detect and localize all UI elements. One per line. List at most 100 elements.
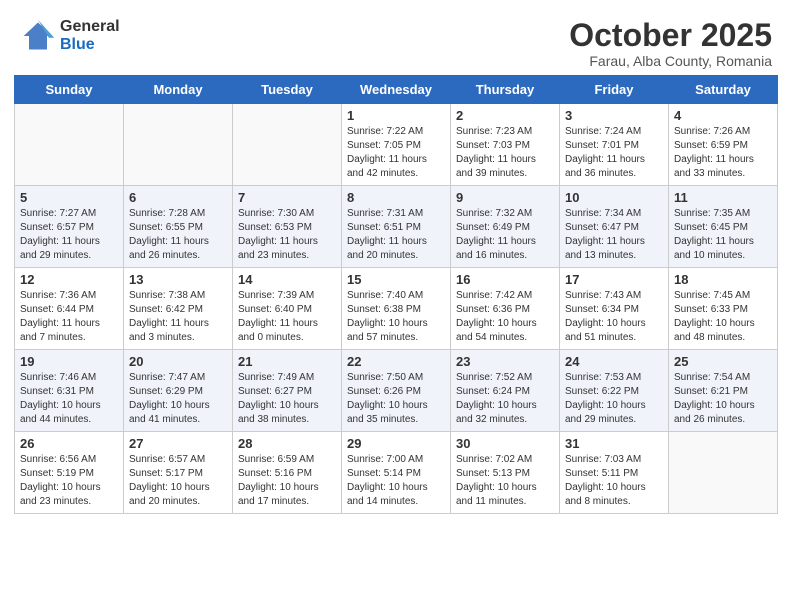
calendar-cell: 2 Sunrise: 7:23 AM Sunset: 7:03 PM Daylig… bbox=[451, 104, 560, 186]
day-number: 24 bbox=[565, 354, 663, 369]
day-number: 7 bbox=[238, 190, 336, 205]
calendar-cell: 26 Sunrise: 6:56 AM Sunset: 5:19 PM Dayli… bbox=[15, 432, 124, 514]
day-info: Sunrise: 7:43 AM Sunset: 6:34 PM Dayligh… bbox=[565, 289, 663, 345]
day-number: 22 bbox=[347, 354, 445, 369]
day-number: 6 bbox=[129, 190, 227, 205]
day-info: Sunrise: 7:24 AM Sunset: 7:01 PM Dayligh… bbox=[565, 125, 663, 181]
day-info: Sunrise: 6:57 AM Sunset: 5:17 PM Dayligh… bbox=[129, 453, 227, 509]
day-info: Sunrise: 7:26 AM Sunset: 6:59 PM Dayligh… bbox=[674, 125, 772, 181]
day-info: Sunrise: 7:35 AM Sunset: 6:45 PM Dayligh… bbox=[674, 207, 772, 263]
calendar-cell: 12 Sunrise: 7:36 AM Sunset: 6:44 PM Dayli… bbox=[15, 268, 124, 350]
weekday-header-friday: Friday bbox=[560, 76, 669, 104]
day-info: Sunrise: 6:56 AM Sunset: 5:19 PM Dayligh… bbox=[20, 453, 118, 509]
day-info: Sunrise: 7:52 AM Sunset: 6:24 PM Dayligh… bbox=[456, 371, 554, 427]
logo: General Blue bbox=[20, 18, 120, 54]
day-info: Sunrise: 7:22 AM Sunset: 7:05 PM Dayligh… bbox=[347, 125, 445, 181]
calendar-cell: 10 Sunrise: 7:34 AM Sunset: 6:47 PM Dayli… bbox=[560, 186, 669, 268]
day-number: 1 bbox=[347, 108, 445, 123]
day-info: Sunrise: 7:50 AM Sunset: 6:26 PM Dayligh… bbox=[347, 371, 445, 427]
location-subtitle: Farau, Alba County, Romania bbox=[569, 53, 772, 69]
calendar-cell: 6Sunrise: 7:28 AM Sunset: 6:55 PM Daylig… bbox=[124, 186, 233, 268]
day-number: 2 bbox=[456, 108, 554, 123]
calendar-cell: 14 Sunrise: 7:39 AM Sunset: 6:40 PM Dayli… bbox=[233, 268, 342, 350]
calendar-cell: 25 Sunrise: 7:54 AM Sunset: 6:21 PM Dayli… bbox=[669, 350, 778, 432]
calendar-cell: 9Sunrise: 7:32 AM Sunset: 6:49 PM Daylig… bbox=[451, 186, 560, 268]
calendar-cell: 30Sunrise: 7:02 AM Sunset: 5:13 PM Dayli… bbox=[451, 432, 560, 514]
day-info: Sunrise: 7:23 AM Sunset: 7:03 PM Dayligh… bbox=[456, 125, 554, 181]
calendar-week-2: 5 Sunrise: 7:27 AM Sunset: 6:57 PM Daylig… bbox=[15, 186, 778, 268]
calendar-cell: 1 Sunrise: 7:22 AM Sunset: 7:05 PM Daylig… bbox=[342, 104, 451, 186]
day-info: Sunrise: 7:45 AM Sunset: 6:33 PM Dayligh… bbox=[674, 289, 772, 345]
day-info: Sunrise: 7:39 AM Sunset: 6:40 PM Dayligh… bbox=[238, 289, 336, 345]
day-number: 4 bbox=[674, 108, 772, 123]
logo-text: General Blue bbox=[60, 18, 120, 53]
logo-icon bbox=[20, 18, 56, 54]
calendar-week-4: 19Sunrise: 7:46 AM Sunset: 6:31 PM Dayli… bbox=[15, 350, 778, 432]
day-number: 18 bbox=[674, 272, 772, 287]
calendar-week-3: 12 Sunrise: 7:36 AM Sunset: 6:44 PM Dayli… bbox=[15, 268, 778, 350]
day-number: 28 bbox=[238, 436, 336, 451]
day-number: 26 bbox=[20, 436, 118, 451]
calendar-cell: 4 Sunrise: 7:26 AM Sunset: 6:59 PM Daylig… bbox=[669, 104, 778, 186]
calendar-cell: 7Sunrise: 7:30 AM Sunset: 6:53 PM Daylig… bbox=[233, 186, 342, 268]
header-row: SundayMondayTuesdayWednesdayThursdayFrid… bbox=[15, 76, 778, 104]
day-number: 20 bbox=[129, 354, 227, 369]
weekday-header-wednesday: Wednesday bbox=[342, 76, 451, 104]
logo-blue-text: Blue bbox=[60, 36, 120, 54]
day-info: Sunrise: 7:27 AM Sunset: 6:57 PM Dayligh… bbox=[20, 207, 118, 263]
weekday-header-saturday: Saturday bbox=[669, 76, 778, 104]
calendar-cell: 5 Sunrise: 7:27 AM Sunset: 6:57 PM Daylig… bbox=[15, 186, 124, 268]
calendar-cell bbox=[233, 104, 342, 186]
calendar-cell: 28 Sunrise: 6:59 AM Sunset: 5:16 PM Dayli… bbox=[233, 432, 342, 514]
day-number: 29 bbox=[347, 436, 445, 451]
calendar-cell: 31Sunrise: 7:03 AM Sunset: 5:11 PM Dayli… bbox=[560, 432, 669, 514]
day-info: Sunrise: 7:32 AM Sunset: 6:49 PM Dayligh… bbox=[456, 207, 554, 263]
calendar-cell: 11 Sunrise: 7:35 AM Sunset: 6:45 PM Dayli… bbox=[669, 186, 778, 268]
day-info: Sunrise: 7:40 AM Sunset: 6:38 PM Dayligh… bbox=[347, 289, 445, 345]
day-number: 25 bbox=[674, 354, 772, 369]
day-info: Sunrise: 7:00 AM Sunset: 5:14 PM Dayligh… bbox=[347, 453, 445, 509]
calendar-cell: 15 Sunrise: 7:40 AM Sunset: 6:38 PM Dayli… bbox=[342, 268, 451, 350]
day-info: Sunrise: 7:54 AM Sunset: 6:21 PM Dayligh… bbox=[674, 371, 772, 427]
day-info: Sunrise: 7:34 AM Sunset: 6:47 PM Dayligh… bbox=[565, 207, 663, 263]
day-number: 19 bbox=[20, 354, 118, 369]
page-header: General Blue October 2025 Farau, Alba Co… bbox=[10, 10, 782, 75]
title-section: October 2025 Farau, Alba County, Romania bbox=[569, 18, 772, 69]
weekday-header-thursday: Thursday bbox=[451, 76, 560, 104]
calendar-cell: 21Sunrise: 7:49 AM Sunset: 6:27 PM Dayli… bbox=[233, 350, 342, 432]
calendar-cell: 20 Sunrise: 7:47 AM Sunset: 6:29 PM Dayli… bbox=[124, 350, 233, 432]
day-number: 21 bbox=[238, 354, 336, 369]
calendar-cell: 27 Sunrise: 6:57 AM Sunset: 5:17 PM Dayli… bbox=[124, 432, 233, 514]
day-number: 31 bbox=[565, 436, 663, 451]
day-number: 5 bbox=[20, 190, 118, 205]
day-info: Sunrise: 7:47 AM Sunset: 6:29 PM Dayligh… bbox=[129, 371, 227, 427]
calendar-cell: 16Sunrise: 7:42 AM Sunset: 6:36 PM Dayli… bbox=[451, 268, 560, 350]
calendar-cell: 29 Sunrise: 7:00 AM Sunset: 5:14 PM Dayli… bbox=[342, 432, 451, 514]
day-number: 16 bbox=[456, 272, 554, 287]
weekday-header-tuesday: Tuesday bbox=[233, 76, 342, 104]
day-number: 10 bbox=[565, 190, 663, 205]
weekday-header-sunday: Sunday bbox=[15, 76, 124, 104]
day-number: 8 bbox=[347, 190, 445, 205]
calendar-week-1: 1 Sunrise: 7:22 AM Sunset: 7:05 PM Daylig… bbox=[15, 104, 778, 186]
calendar-cell bbox=[15, 104, 124, 186]
day-number: 15 bbox=[347, 272, 445, 287]
day-info: Sunrise: 7:53 AM Sunset: 6:22 PM Dayligh… bbox=[565, 371, 663, 427]
day-number: 23 bbox=[456, 354, 554, 369]
month-title: October 2025 bbox=[569, 18, 772, 53]
day-info: Sunrise: 7:38 AM Sunset: 6:42 PM Dayligh… bbox=[129, 289, 227, 345]
day-number: 27 bbox=[129, 436, 227, 451]
calendar-cell bbox=[669, 432, 778, 514]
logo-general-text: General bbox=[60, 18, 120, 36]
day-number: 14 bbox=[238, 272, 336, 287]
calendar-table: SundayMondayTuesdayWednesdayThursdayFrid… bbox=[14, 75, 778, 514]
day-info: Sunrise: 6:59 AM Sunset: 5:16 PM Dayligh… bbox=[238, 453, 336, 509]
day-number: 13 bbox=[129, 272, 227, 287]
day-number: 12 bbox=[20, 272, 118, 287]
calendar-cell bbox=[124, 104, 233, 186]
day-number: 11 bbox=[674, 190, 772, 205]
day-info: Sunrise: 7:36 AM Sunset: 6:44 PM Dayligh… bbox=[20, 289, 118, 345]
day-number: 3 bbox=[565, 108, 663, 123]
day-number: 30 bbox=[456, 436, 554, 451]
day-number: 17 bbox=[565, 272, 663, 287]
